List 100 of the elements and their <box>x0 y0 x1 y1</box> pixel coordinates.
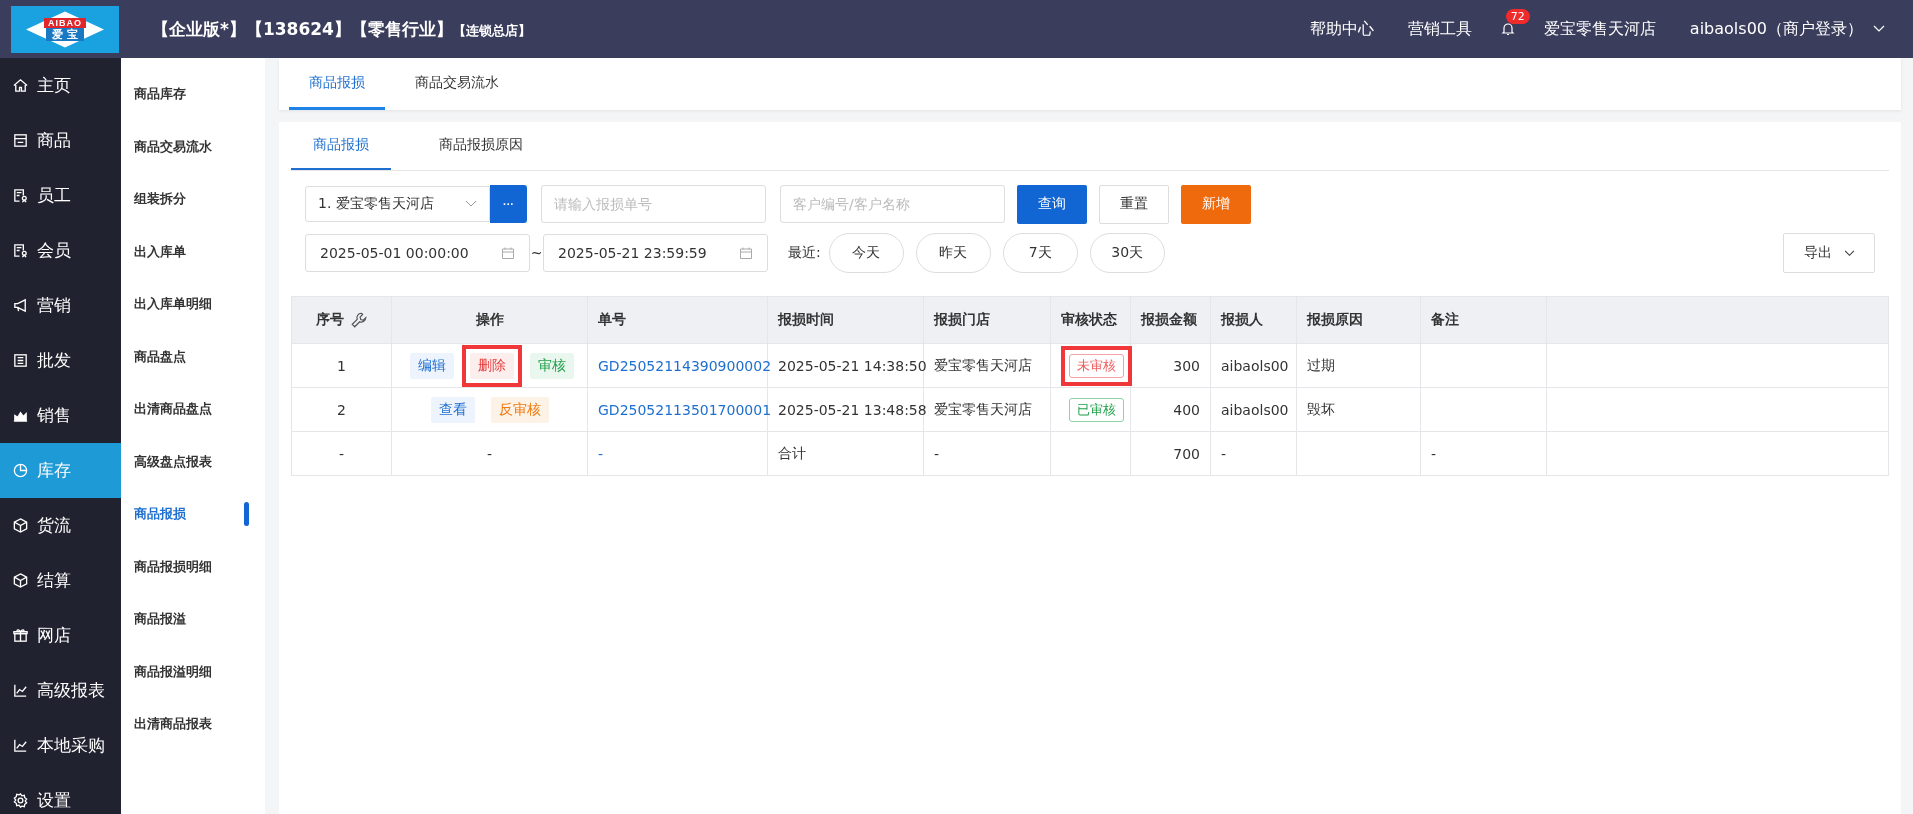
chevron-down-icon <box>465 200 477 208</box>
store-type-label: 【连锁总店】 <box>452 21 531 40</box>
table-cell: - <box>934 445 940 462</box>
gift-icon <box>12 627 29 644</box>
reset-button[interactable]: 重置 <box>1099 184 1169 224</box>
row-action-button[interactable]: 删除 <box>470 352 514 379</box>
table-cell: 爱宝零售天河店 <box>934 400 1032 417</box>
user-menu[interactable]: aibaols00（商户登录） <box>1689 18 1885 40</box>
column-header: 报损人 <box>1221 311 1263 329</box>
quick-range-button[interactable]: 7天 <box>1002 233 1078 273</box>
page-tab[interactable]: 商品报损 <box>289 58 385 110</box>
column-header: 审核状态 <box>1061 311 1117 329</box>
sidebar-item[interactable]: 设置 <box>0 773 121 814</box>
quick-range-button[interactable]: 昨天 <box>915 233 991 273</box>
sidebar-item[interactable]: 货流 <box>0 498 121 553</box>
sub-menu-item[interactable]: 出清商品盘点 <box>134 400 212 419</box>
row-action-button[interactable]: 查看 <box>430 396 475 423</box>
sidebar-item[interactable]: 员工 <box>0 168 121 223</box>
export-button[interactable]: 导出 <box>1783 233 1875 273</box>
table-cell: 爱宝零售天河店 <box>934 356 1032 373</box>
line-icon <box>12 737 29 754</box>
sub-menu-item[interactable]: 出清商品报表 <box>134 715 212 734</box>
table-cell: - <box>486 445 493 462</box>
date-separator: ~ <box>530 245 543 261</box>
start-date-field[interactable]: 2025-05-01 00:00:00 <box>305 234 530 272</box>
status-tag: 未审核 <box>1069 353 1124 378</box>
table-cell: 毁坏 <box>1307 400 1335 417</box>
wrench-icon[interactable] <box>349 311 368 329</box>
quick-range-button[interactable]: 30天 <box>1089 233 1165 273</box>
sidebar-item[interactable]: 会员 <box>0 223 121 278</box>
order-number-link[interactable]: GD25052113501700001 <box>598 401 772 418</box>
column-header: 操作 <box>475 311 504 329</box>
sidebar-item[interactable]: 营销 <box>0 278 121 333</box>
sub-menu-item[interactable]: 商品报损 <box>134 505 186 524</box>
page-tab[interactable]: 商品交易流水 <box>395 58 519 110</box>
sidebar-item[interactable]: 主页 <box>0 58 121 113</box>
order-number-field[interactable]: 请输入报损单号 <box>541 185 766 223</box>
sub-menu-item[interactable]: 商品报损明细 <box>134 557 212 576</box>
header-link[interactable]: 帮助中心 <box>1309 18 1374 40</box>
table-cell: - <box>338 445 345 462</box>
table-cell: 过期 <box>1307 356 1335 373</box>
cube-icon <box>12 517 29 534</box>
table-cell: aibaols00 <box>1221 401 1289 418</box>
doc-icon <box>12 242 29 259</box>
sidebar-item[interactable]: 销售 <box>0 388 121 443</box>
customer-field[interactable]: 客户编号/客户名称 <box>780 185 1005 223</box>
tab[interactable]: 商品报损 <box>291 122 391 170</box>
table-cell: 2025-05-21 13:48:58 <box>778 401 927 418</box>
table-cell: - <box>1431 445 1437 462</box>
chevron-down-icon <box>1873 25 1885 33</box>
more-button[interactable]: ··· <box>490 185 527 223</box>
store-icon <box>12 132 29 149</box>
bell-icon[interactable] <box>1499 21 1516 37</box>
column-header: 报损时间 <box>778 311 834 329</box>
recent-label: 最近: <box>788 244 821 262</box>
sub-menu-item[interactable]: 商品报溢明细 <box>134 662 212 681</box>
table-cell: - <box>598 445 604 462</box>
sub-menu-item[interactable]: 商品库存 <box>134 85 186 104</box>
cube-icon <box>12 572 29 589</box>
order-number-link[interactable]: GD25052114390900002 <box>598 357 772 374</box>
column-header: 报损金额 <box>1141 311 1197 329</box>
calendar-icon <box>739 246 753 260</box>
table-cell: aibaols00 <box>1221 357 1289 374</box>
store-name[interactable]: 爱宝零售天河店 <box>1543 18 1656 40</box>
quick-range-button[interactable]: 今天 <box>828 233 904 273</box>
end-date-field[interactable]: 2025-05-21 23:59:59 <box>543 234 768 272</box>
sub-menu-item[interactable]: 商品报溢 <box>134 610 186 629</box>
store-select[interactable]: 1. 爱宝零售天河店 <box>305 186 490 222</box>
list-icon <box>12 352 29 369</box>
gear-icon <box>12 792 29 809</box>
sub-menu-item[interactable]: 商品盘点 <box>134 347 186 366</box>
sub-menu-item[interactable]: 商品交易流水 <box>134 137 212 156</box>
logo[interactable]: AIBAO 爱 宝 <box>11 5 119 53</box>
sub-menu-item[interactable]: 出入库单明细 <box>134 295 212 314</box>
sidebar-item[interactable]: 结算 <box>0 553 121 608</box>
home-icon <box>12 77 29 94</box>
row-action-button[interactable]: 编辑 <box>410 352 454 379</box>
edition-title: 【企业版*】【138624】【零售行业】 <box>152 17 453 41</box>
sub-menu-item[interactable]: 高级盘点报表 <box>134 452 212 471</box>
sidebar-item[interactable]: 商品 <box>0 113 121 168</box>
doc-icon <box>12 187 29 204</box>
sub-menu-item[interactable]: 组装拆分 <box>134 190 186 209</box>
sidebar-item[interactable]: 本地采购 <box>0 718 121 773</box>
sidebar-item[interactable]: 高级报表 <box>0 663 121 718</box>
calendar-icon <box>501 246 515 260</box>
pie-icon <box>12 462 29 479</box>
column-header: 报损门店 <box>934 311 990 329</box>
table-cell: 400 <box>1173 401 1200 418</box>
sub-menu-item[interactable]: 出入库单 <box>134 242 186 261</box>
chevron-down-icon <box>1843 249 1855 257</box>
column-header: 序号 <box>315 311 344 329</box>
header-link[interactable]: 营销工具 <box>1407 18 1472 40</box>
query-button[interactable]: 查询 <box>1017 184 1087 224</box>
logo-text: AIBAO <box>44 17 86 28</box>
table-cell: 300 <box>1173 357 1200 374</box>
sidebar-item[interactable]: 批发 <box>0 333 121 388</box>
sidebar-item[interactable]: 网店 <box>0 608 121 663</box>
status-tag: 已审核 <box>1069 397 1124 422</box>
table-cell: 1 <box>337 357 346 374</box>
tab[interactable]: 商品报损原因 <box>431 122 531 170</box>
